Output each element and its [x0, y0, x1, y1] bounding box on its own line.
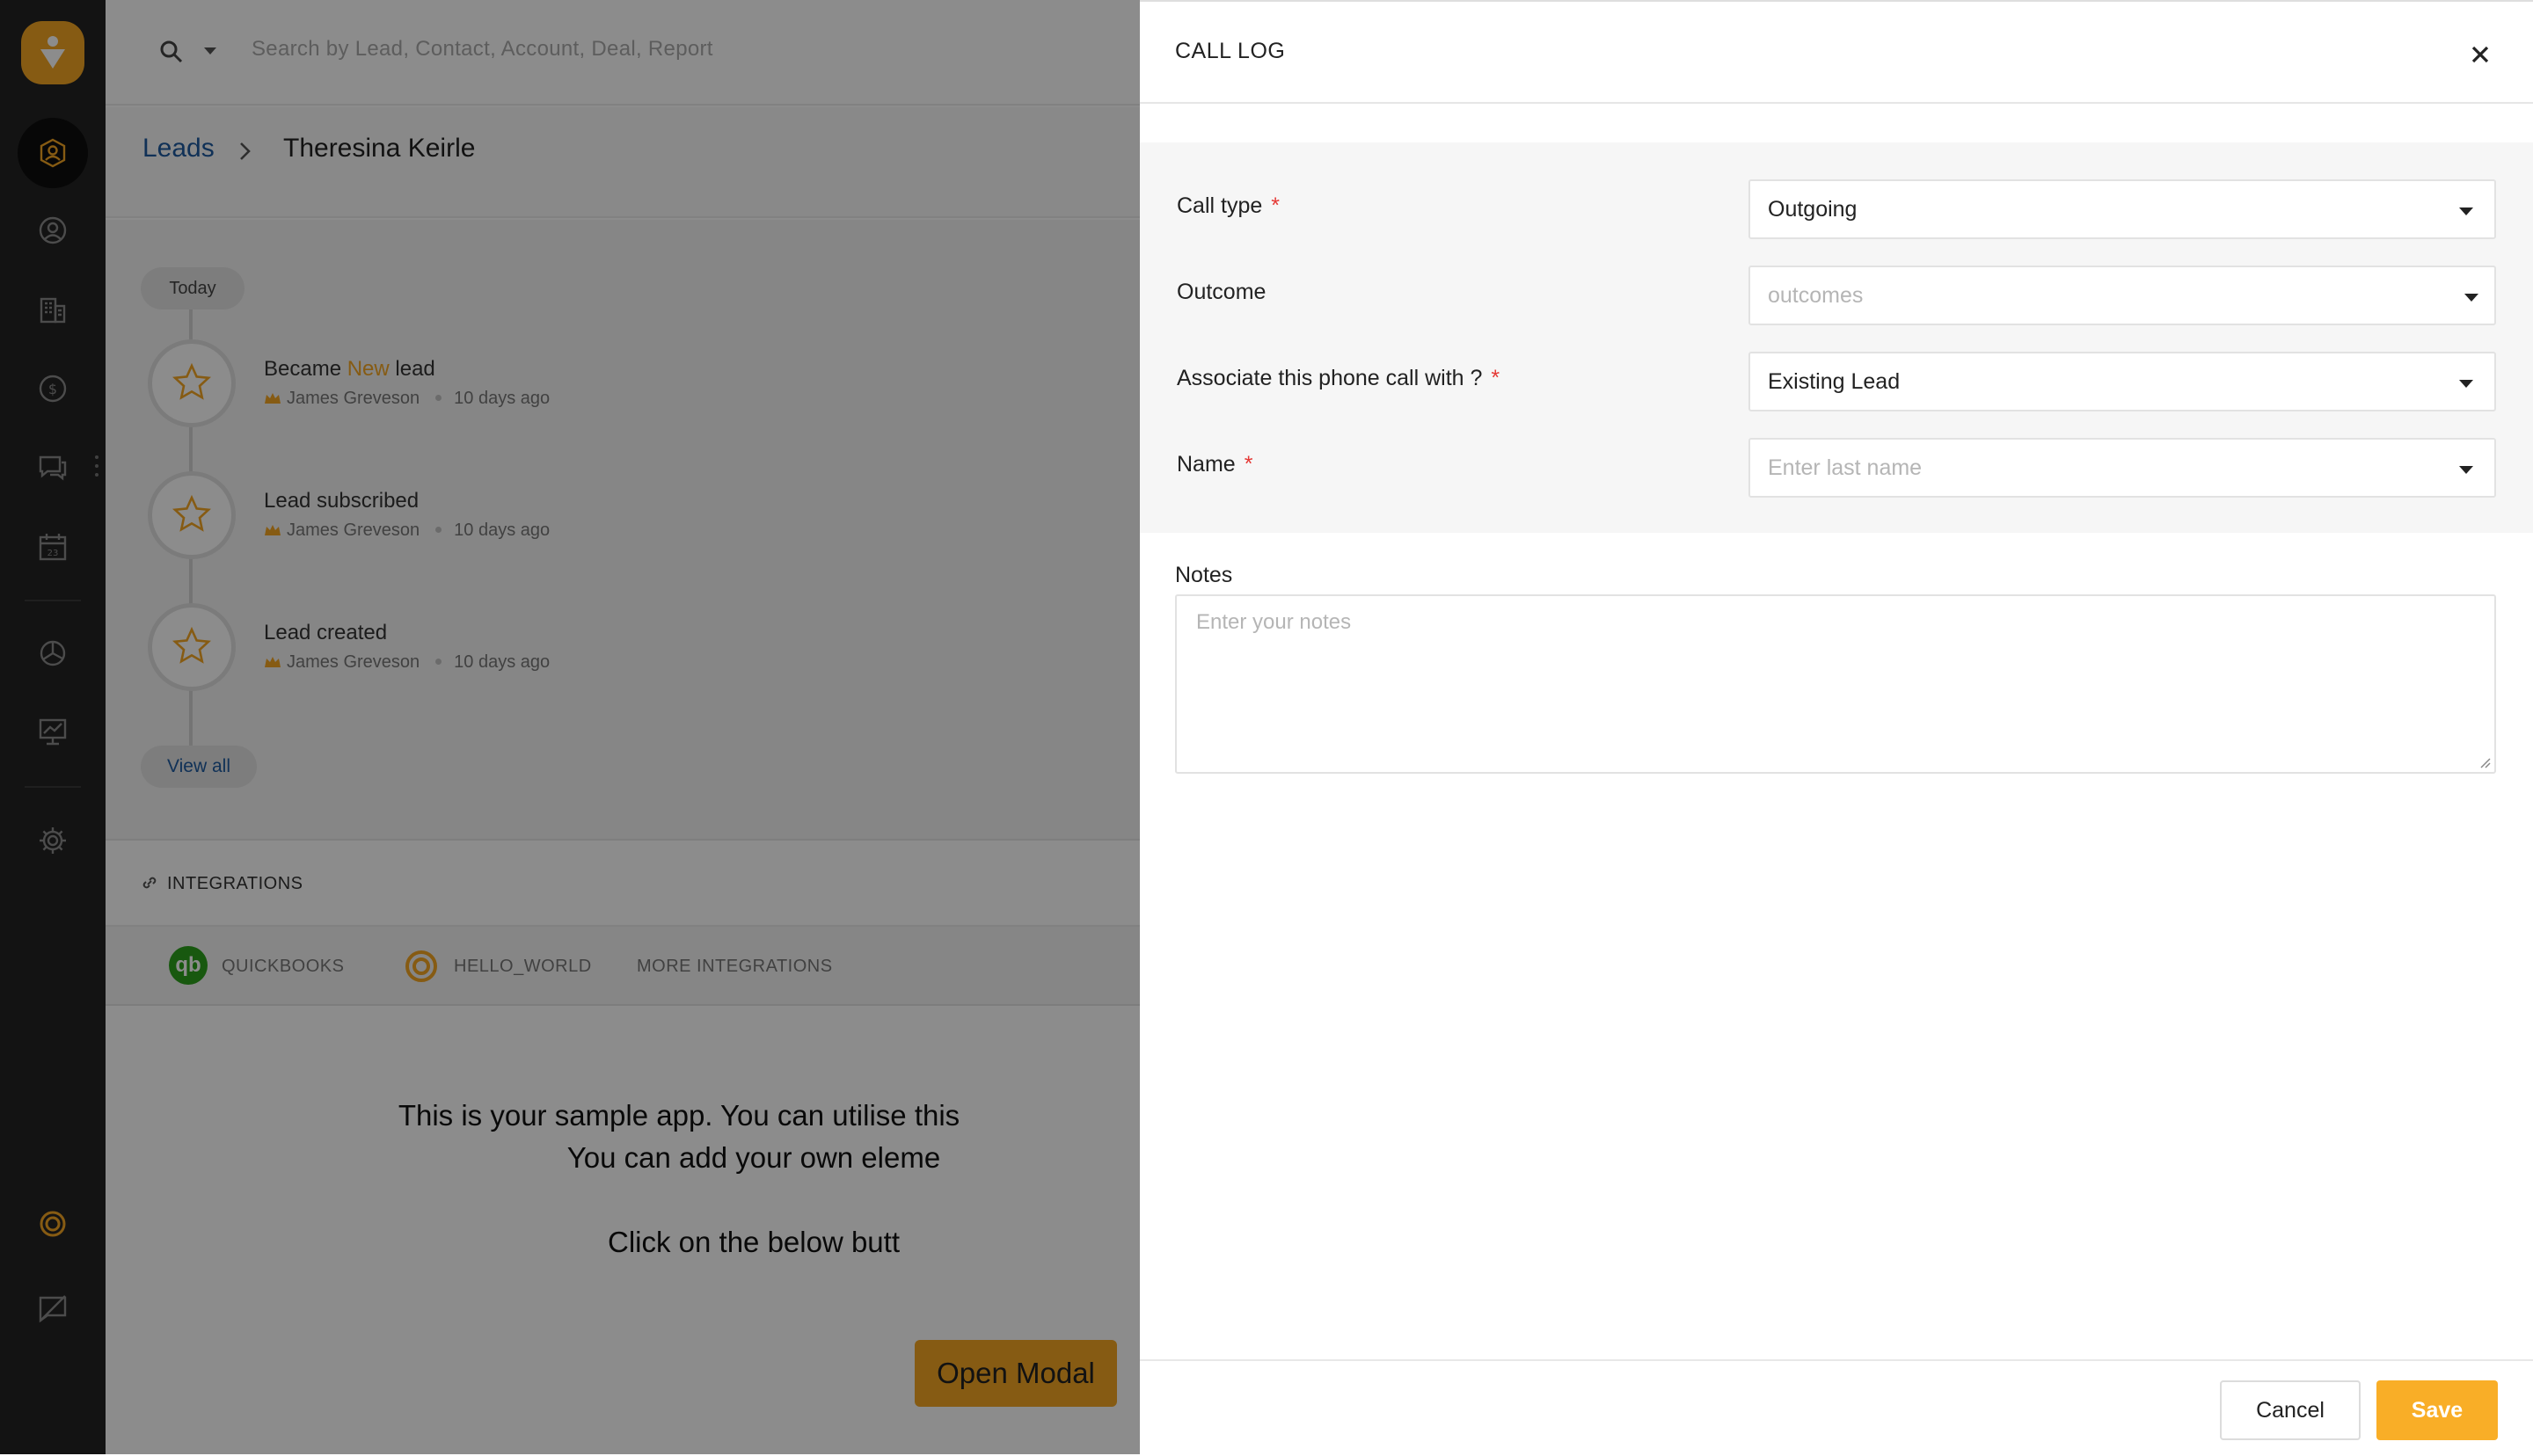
outcome-placeholder: outcomes: [1768, 283, 1864, 308]
drawer-title: CALL LOG: [1175, 39, 1286, 63]
call-type-label: Call type *: [1177, 193, 1280, 219]
required-mark: *: [1244, 452, 1253, 477]
outcome-label-text: Outcome: [1177, 280, 1266, 304]
save-button[interactable]: Save: [2376, 1380, 2498, 1440]
call-log-form: Call type * Outgoing Outcome outcomes Ass…: [1140, 142, 2533, 533]
notes-textarea[interactable]: Enter your notes: [1175, 594, 2496, 774]
outcome-select[interactable]: outcomes: [1748, 266, 2496, 325]
caret-down-icon: [2464, 294, 2478, 302]
name-placeholder: Enter last name: [1768, 455, 1923, 480]
required-mark: *: [1271, 193, 1280, 218]
caret-down-icon: [2459, 207, 2473, 215]
caret-down-icon: [2459, 380, 2473, 388]
call-type-label-text: Call type: [1177, 193, 1263, 218]
name-label: Name *: [1177, 452, 1252, 477]
associate-value: Existing Lead: [1768, 369, 1901, 394]
name-label-text: Name: [1177, 452, 1236, 477]
resize-grip-icon[interactable]: [2478, 756, 2491, 768]
drawer-footer: Cancel Save: [1140, 1359, 2533, 1456]
notes-placeholder: Enter your notes: [1196, 610, 1352, 634]
drawer-header: CALL LOG: [1140, 2, 2533, 104]
associate-select[interactable]: Existing Lead: [1748, 352, 2496, 411]
caret-down-icon: [2459, 466, 2473, 474]
notes-label: Notes: [1175, 563, 1233, 587]
required-mark: *: [1491, 366, 1500, 390]
modal-backdrop[interactable]: [0, 0, 1140, 1454]
call-type-select[interactable]: Outgoing: [1748, 179, 2496, 239]
outcome-label: Outcome: [1177, 280, 1266, 305]
associate-label: Associate this phone call with ? *: [1177, 366, 1500, 391]
name-select[interactable]: Enter last name: [1748, 438, 2496, 498]
associate-label-text: Associate this phone call with ?: [1177, 366, 1483, 390]
call-type-value: Outgoing: [1768, 197, 1858, 222]
close-icon[interactable]: [2466, 40, 2494, 69]
cancel-button[interactable]: Cancel: [2220, 1380, 2361, 1440]
call-log-drawer: CALL LOG Call type * Outgoing Outcome out…: [1140, 0, 2533, 1454]
